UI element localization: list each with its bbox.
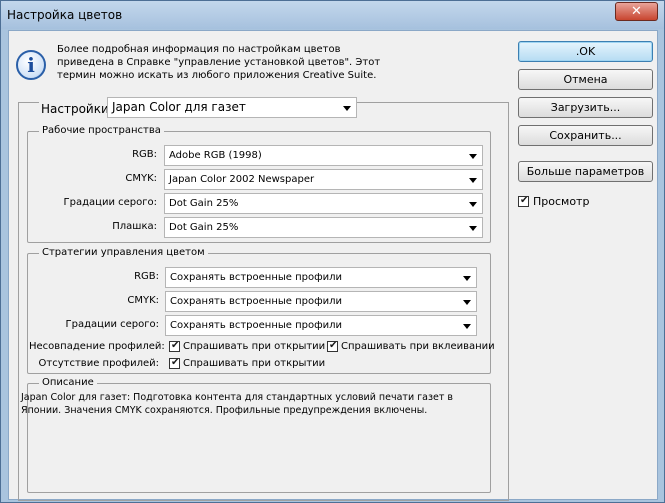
- dialog-body: i Более подробная информация по настройк…: [8, 30, 658, 501]
- policies-title: Стратегии управления цветом: [39, 247, 208, 258]
- pol-rgb-value: Сохранять встроенные профили: [170, 272, 343, 283]
- more-options-button[interactable]: Больше параметров: [518, 161, 653, 182]
- info-line: приведена в Справке "управление установк…: [57, 57, 381, 68]
- ws-spot-label: Плашка:: [112, 221, 157, 232]
- ws-rgb-select[interactable]: Adobe RGB (1998): [164, 145, 483, 166]
- ws-cmyk-label: CMYK:: [125, 173, 157, 184]
- mismatch-label: Несовпадение профилей:: [29, 341, 165, 352]
- save-button[interactable]: Сохранить...: [518, 125, 653, 146]
- settings-label: Настройки:: [39, 102, 115, 116]
- info-icon: i: [16, 50, 46, 80]
- settings-select-value: Japan Color для газет: [112, 100, 246, 114]
- ws-gray-label: Градации серого:: [63, 197, 157, 208]
- preview-label[interactable]: Просмотр: [533, 195, 589, 208]
- chevron-down-icon: [463, 276, 471, 281]
- pol-cmyk-label: CMYK:: [127, 295, 159, 306]
- missing-ask-open-checkbox[interactable]: ✔: [169, 357, 180, 369]
- ws-cmyk-value: Japan Color 2002 Newspaper: [169, 174, 315, 185]
- info-text: Более подробная информация по настройкам…: [57, 43, 387, 82]
- settings-select[interactable]: Japan Color для газет: [107, 97, 357, 118]
- ok-button[interactable]: .OK: [518, 41, 653, 62]
- pol-rgb-label: RGB:: [134, 271, 159, 282]
- pol-cmyk-select[interactable]: Сохранять встроенные профили: [165, 291, 477, 312]
- window-title: Настройка цветов: [7, 8, 123, 22]
- chevron-down-icon: [343, 106, 351, 111]
- checkmark-icon: ✔: [520, 195, 529, 206]
- workspaces-title: Рабочие пространства: [39, 125, 164, 136]
- info-line: Более подробная информация по настройкам…: [57, 44, 341, 55]
- chevron-down-icon: [469, 154, 477, 159]
- mismatch-ask-open-checkbox[interactable]: ✔: [169, 340, 180, 352]
- checkmark-icon: ✔: [329, 340, 338, 351]
- cancel-button[interactable]: Отмена: [518, 69, 653, 90]
- pol-cmyk-value: Сохранять встроенные профили: [170, 296, 343, 307]
- dialog-window: Настройка цветов ✕ i Более подробная инф…: [0, 0, 665, 503]
- ws-rgb-label: RGB:: [132, 149, 157, 160]
- chevron-down-icon: [463, 324, 471, 329]
- chevron-down-icon: [463, 300, 471, 305]
- close-button[interactable]: ✕: [615, 2, 658, 21]
- checkmark-icon: ✔: [171, 357, 180, 368]
- chevron-down-icon: [469, 226, 477, 231]
- mismatch-ask-paste-label[interactable]: Спрашивать при вклеивании: [341, 341, 495, 352]
- ws-spot-select[interactable]: Dot Gain 25%: [164, 217, 483, 238]
- mismatch-ask-paste-checkbox[interactable]: ✔: [327, 340, 338, 352]
- pol-rgb-select[interactable]: Сохранять встроенные профили: [165, 267, 477, 288]
- description-text: Japan Color для газет: Подготовка контен…: [21, 391, 491, 417]
- pol-gray-label: Градации серого:: [65, 319, 159, 330]
- chevron-down-icon: [469, 202, 477, 207]
- description-line: Японии. Значения CMYK сохраняются. Профи…: [21, 405, 428, 416]
- info-line: термин можно искать из любого приложения…: [57, 70, 377, 81]
- description-line: Japan Color для газет: Подготовка контен…: [21, 392, 454, 403]
- chevron-down-icon: [469, 178, 477, 183]
- mismatch-ask-open-label[interactable]: Спрашивать при открытии: [183, 341, 325, 352]
- preview-checkbox[interactable]: ✔: [518, 195, 529, 207]
- missing-label: Отсутствие профилей:: [38, 358, 159, 369]
- load-button[interactable]: Загрузить...: [518, 97, 653, 118]
- description-title: Описание: [39, 377, 97, 388]
- ws-gray-value: Dot Gain 25%: [169, 198, 239, 209]
- ws-rgb-value: Adobe RGB (1998): [169, 150, 262, 161]
- title-bar[interactable]: Настройка цветов ✕: [1, 1, 664, 29]
- pol-gray-value: Сохранять встроенные профили: [170, 320, 343, 331]
- checkmark-icon: ✔: [171, 340, 180, 351]
- ws-cmyk-select[interactable]: Japan Color 2002 Newspaper: [164, 169, 483, 190]
- ws-spot-value: Dot Gain 25%: [169, 222, 239, 233]
- ws-gray-select[interactable]: Dot Gain 25%: [164, 193, 483, 214]
- missing-ask-open-label[interactable]: Спрашивать при открытии: [183, 358, 325, 369]
- pol-gray-select[interactable]: Сохранять встроенные профили: [165, 315, 477, 336]
